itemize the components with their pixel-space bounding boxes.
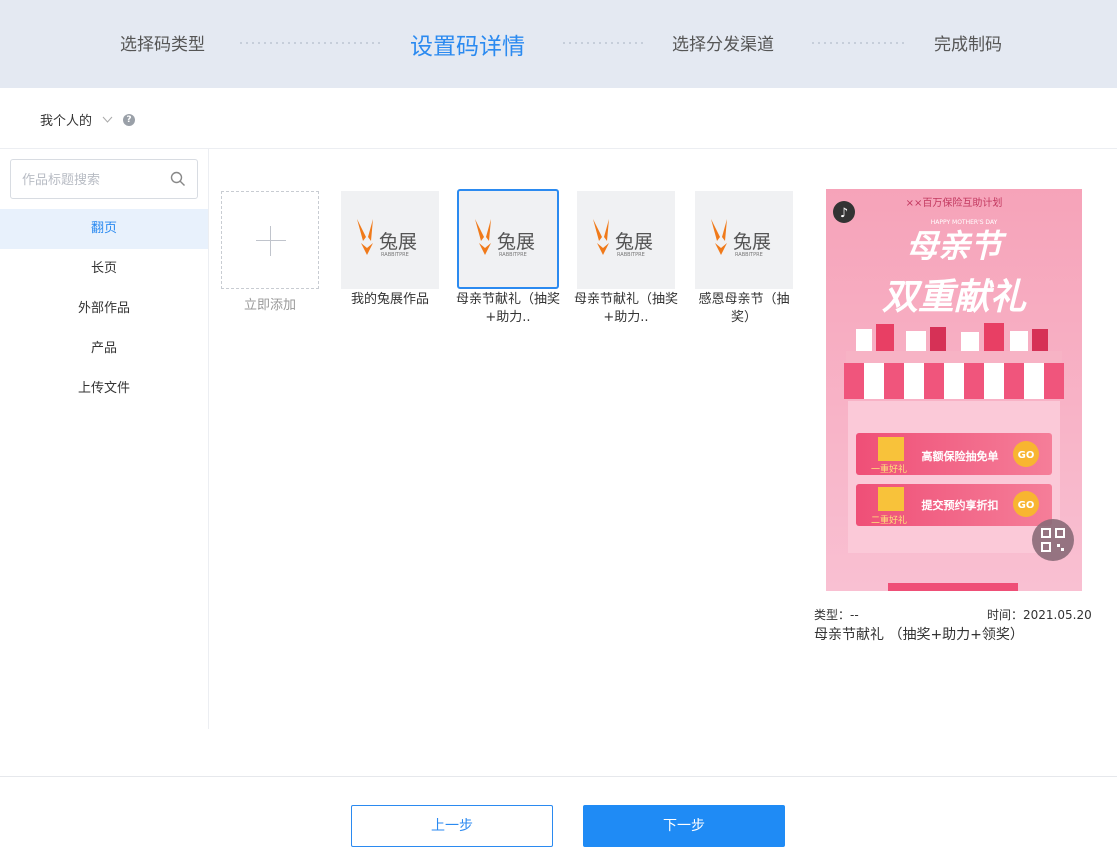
svg-text:兔展: 兔展 [615, 231, 653, 253]
qr-code-icon[interactable] [1032, 519, 1074, 561]
poster-banner-sub: HAPPY MOTHER'S DAY [931, 219, 998, 226]
work-tile-selected[interactable]: 兔展 RABBITPRE [457, 189, 559, 289]
sidebar-item-long-page[interactable]: 长页 [0, 249, 208, 289]
step-divider [561, 42, 645, 44]
footer-divider [0, 776, 1117, 777]
step-choose-channel: 选择分发渠道 [672, 35, 774, 55]
prev-step-button[interactable]: 上一步 [351, 805, 553, 847]
sidebar-item-external-works[interactable]: 外部作品 [0, 289, 208, 329]
add-work-label[interactable]: 立即添加 [221, 294, 319, 313]
work-tile-title: 感恩母亲节（抽奖） [698, 292, 790, 325]
preview-poster: ××百万保险互助计划 HAPPY MOTHER'S DAY ♪ 母亲节 双重献礼… [826, 189, 1082, 591]
svg-text:兔展: 兔展 [379, 231, 417, 253]
rabbitpre-logo: 兔展 RABBITPRE [357, 219, 417, 258]
search-input[interactable] [11, 160, 161, 198]
go-button: GO [1018, 450, 1035, 461]
work-tile-title: 母亲节献礼（抽奖+助力.. [573, 292, 678, 325]
sidebar-divider [208, 149, 209, 729]
work-tile-title: 我的兔展作品 [350, 292, 429, 307]
step-choose-type: 选择码类型 [120, 35, 205, 55]
next-step-button[interactable]: 下一步 [583, 805, 785, 847]
svg-text:RABBITPRE: RABBITPRE [381, 252, 409, 258]
poster-headline-2: 双重献礼 [882, 276, 1027, 318]
poster-banner-top: ××百万保险互助计划 [906, 196, 1003, 209]
plus-icon [256, 240, 286, 241]
rabbitpre-logo: 兔展 RABBITPRE [475, 219, 535, 258]
sidebar-item-flip-page[interactable]: 翻页 [0, 209, 208, 249]
sidebar-item-products[interactable]: 产品 [0, 329, 208, 369]
step-divider [810, 42, 905, 44]
add-work-button[interactable] [221, 191, 319, 289]
help-icon[interactable]: ? [123, 113, 136, 126]
scope-dropdown[interactable]: 我个人的 ? [40, 110, 136, 129]
scope-label: 我个人的 [40, 114, 93, 129]
work-tile-title: 母亲节献礼（抽奖+助力.. [455, 292, 560, 325]
svg-text:RABBITPRE: RABBITPRE [735, 252, 763, 258]
rabbitpre-logo: 兔展 RABBITPRE [711, 219, 771, 258]
svg-text:♪: ♪ [840, 206, 848, 221]
rabbitpre-logo: 兔展 RABBITPRE [593, 219, 653, 258]
svg-text:RABBITPRE: RABBITPRE [617, 252, 645, 258]
divider [0, 148, 1117, 149]
work-tile[interactable]: 兔展 RABBITPRE [577, 191, 675, 289]
reward-card-1-text: 高额保险抽免单 [922, 449, 999, 463]
awning-decoration [844, 363, 1064, 399]
preview-type: 类型：-- [814, 608, 859, 622]
step-divider [238, 42, 383, 44]
reward-card-2-tag: 二重好礼 [871, 514, 907, 526]
work-tile[interactable]: 兔展 RABBITPRE [341, 191, 439, 289]
reward-card-1[interactable]: 一重好礼 高额保险抽免单 GO [856, 433, 1052, 475]
step-finish: 完成制码 [934, 35, 1002, 55]
sidebar-item-upload-file[interactable]: 上传文件 [0, 369, 208, 409]
svg-text:兔展: 兔展 [733, 231, 771, 253]
search-icon[interactable] [170, 171, 186, 187]
svg-text:RABBITPRE: RABBITPRE [499, 252, 527, 258]
poster-headline-1: 母亲节 [906, 227, 1007, 265]
reward-card-2-text: 提交预约享折扣 [922, 498, 999, 512]
svg-text:兔展: 兔展 [497, 231, 535, 253]
reward-card-1-tag: 一重好礼 [871, 463, 907, 475]
step-set-details: 设置码详情 [410, 34, 525, 60]
work-tile[interactable]: 兔展 RABBITPRE [695, 191, 793, 289]
chevron-down-icon [102, 113, 113, 126]
search-box [10, 159, 198, 199]
preview-time: 时间：2021.05.20 [987, 608, 1092, 622]
reward-card-2[interactable]: 二重好礼 提交预约享折扣 GO [856, 484, 1052, 526]
preview-title: 母亲节献礼 （抽奖+助力+领奖） [814, 627, 1024, 643]
go-button: GO [1018, 500, 1035, 511]
step-bar: 选择码类型 设置码详情 选择分发渠道 完成制码 [0, 0, 1117, 88]
